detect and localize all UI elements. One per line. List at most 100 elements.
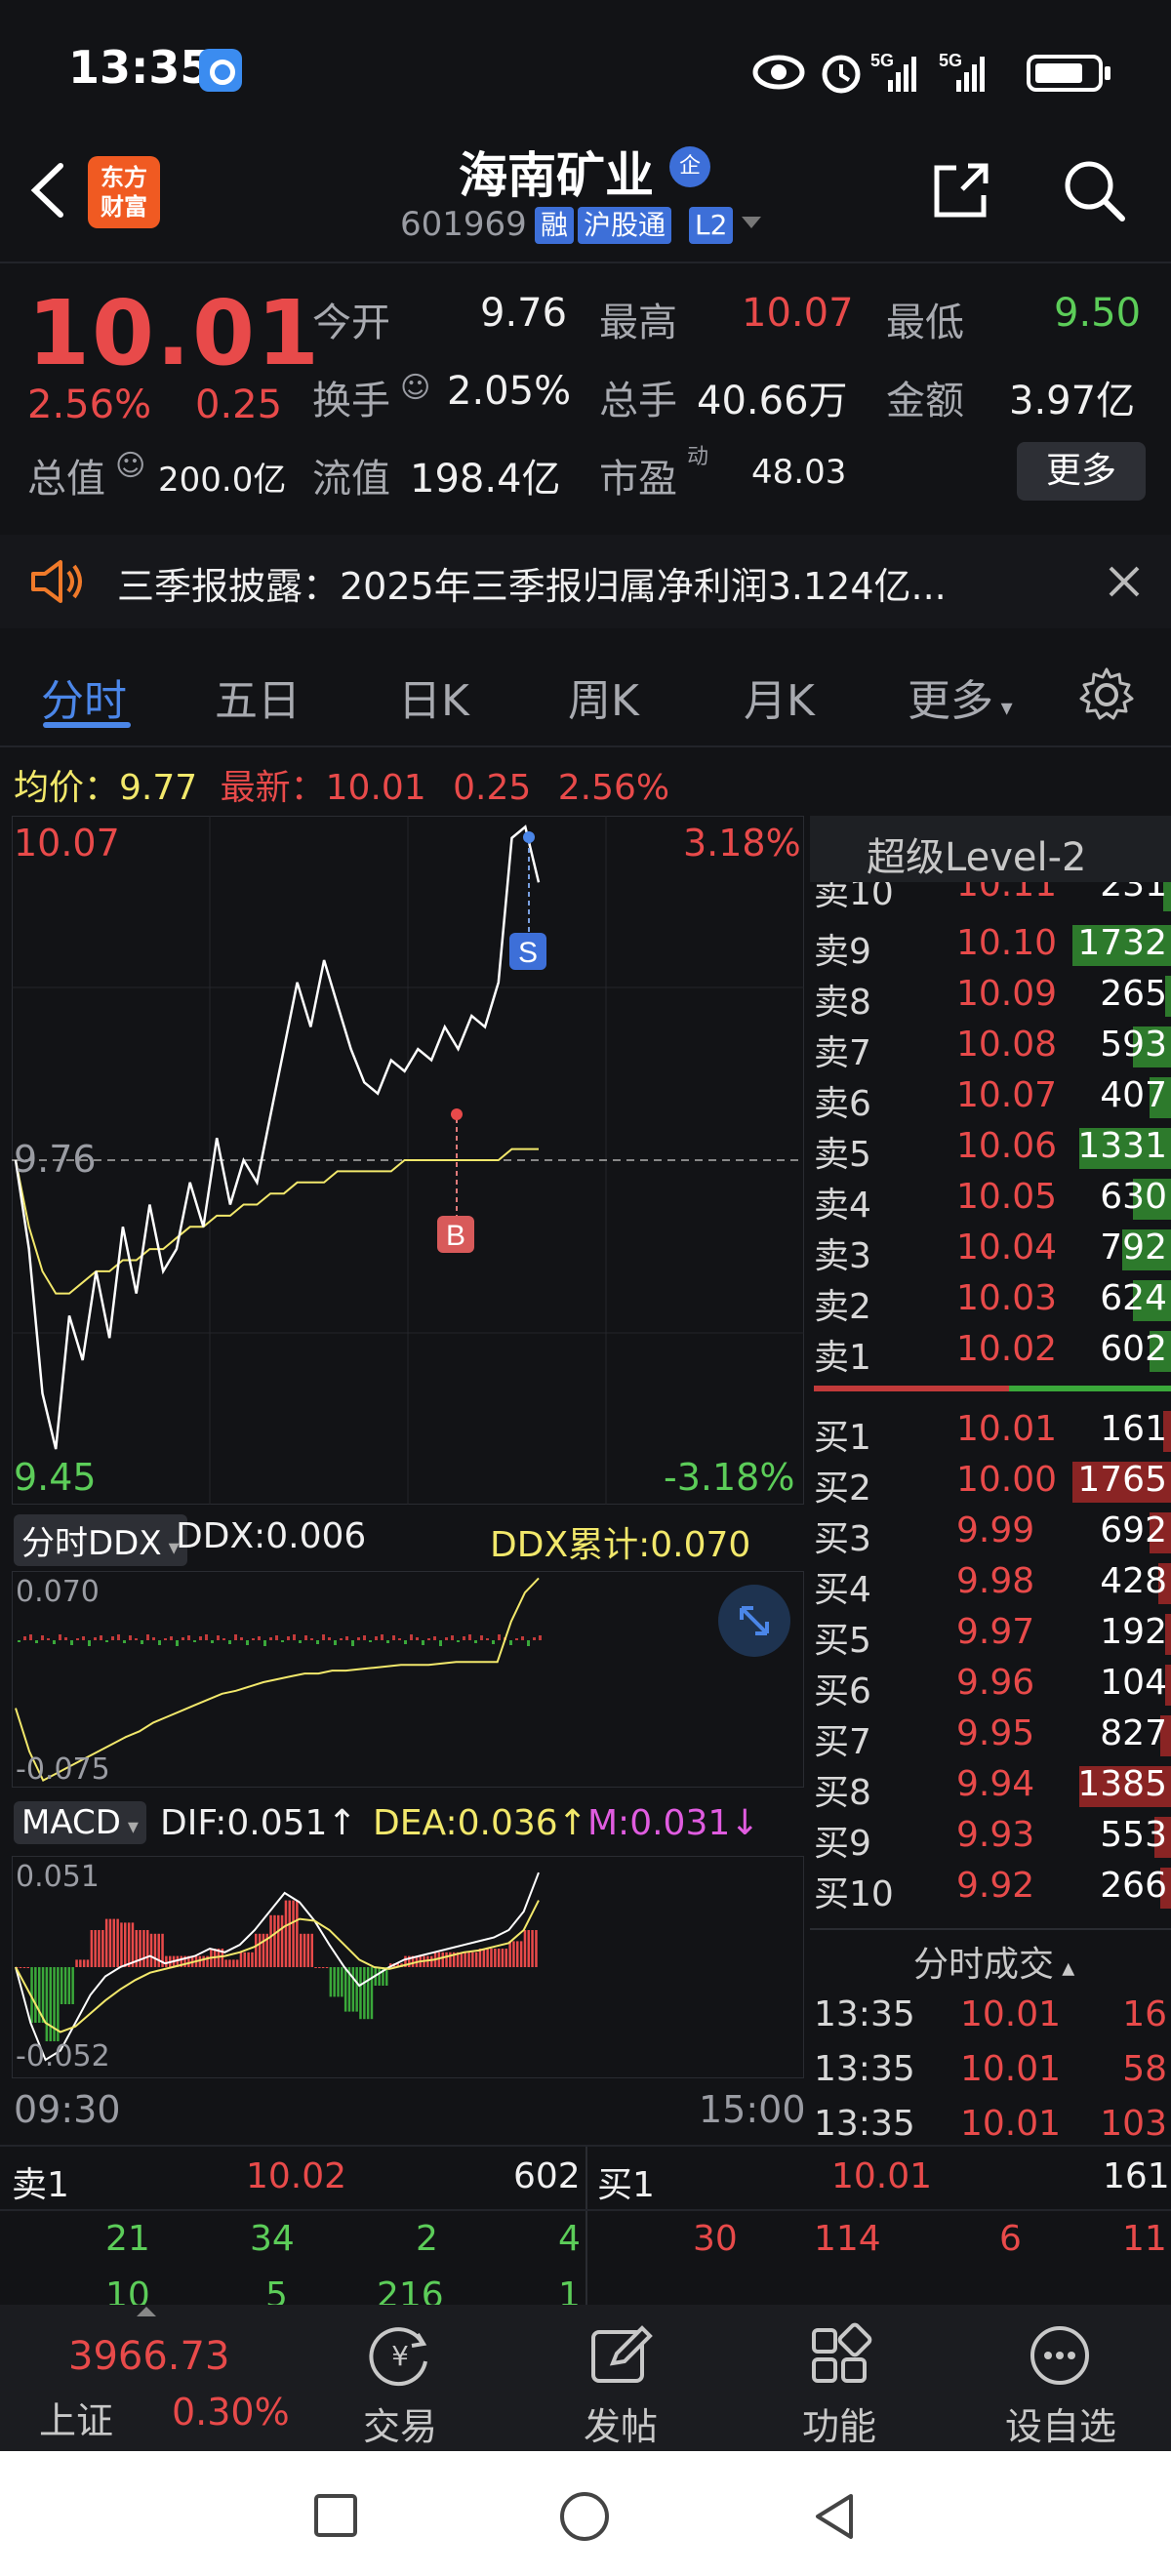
macd-bar <box>378 1967 381 1986</box>
home-icon[interactable] <box>558 2490 611 2543</box>
buy-order-row[interactable]: 买6 9.96 104 <box>814 1659 1171 1711</box>
back-arrow-icon[interactable] <box>20 156 78 224</box>
more-button[interactable]: 更多 <box>1017 442 1146 501</box>
buy-order-row[interactable]: 买8 9.94 1385 <box>814 1760 1171 1813</box>
macd-bar <box>262 1933 265 1967</box>
ddx-min-label: -0.075 <box>16 1752 110 1787</box>
functions-icon[interactable] <box>806 2322 872 2389</box>
chevron-down-icon[interactable] <box>742 217 761 228</box>
tab-daily-k[interactable]: 日K <box>398 665 469 728</box>
macd-bar <box>202 1955 205 1967</box>
buy-order-row[interactable]: 买9 9.93 553 <box>814 1811 1171 1864</box>
order-volume: 630 <box>1100 1177 1167 1217</box>
intraday-chart[interactable]: B S <box>12 816 804 1505</box>
order-volume: 1331 <box>1077 1126 1167 1166</box>
ddx-chart[interactable] <box>12 1571 804 1788</box>
buy-order-row[interactable]: 买3 9.99 692 <box>814 1507 1171 1559</box>
ddx-dropdown[interactable]: 分时DDX ▾ <box>14 1514 187 1566</box>
ddx-bar <box>199 1636 202 1640</box>
gear-icon[interactable] <box>1077 665 1136 724</box>
sell-order-row[interactable]: 卖3 10.04 792 <box>814 1224 1171 1276</box>
ddx-bar <box>141 1640 143 1644</box>
macd-bar <box>516 1941 519 1967</box>
macd-bar <box>303 1933 306 1967</box>
tab-five-day[interactable]: 五日 <box>215 665 301 728</box>
buy-marker[interactable]: B <box>437 1108 474 1253</box>
sell-order-row[interactable]: 卖4 10.05 630 <box>814 1173 1171 1226</box>
buy-order-row[interactable]: 买5 9.97 192 <box>814 1608 1171 1661</box>
buy-order-row[interactable]: 买10 9.92 266 <box>814 1862 1171 1914</box>
tab-intraday[interactable]: 分时 <box>41 665 127 728</box>
sell-order-row[interactable]: 卖5 10.06 1331 <box>814 1122 1171 1175</box>
sell-order-row[interactable]: 卖6 10.07 407 <box>814 1071 1171 1124</box>
tab-weekly-k[interactable]: 周K <box>568 665 639 728</box>
stock-code[interactable]: 601969 <box>400 205 527 244</box>
macd-bar <box>292 1900 295 1967</box>
nav-functions[interactable]: 功能 <box>802 2396 876 2450</box>
order-level-label: 卖7 <box>814 1033 871 1073</box>
tab-monthly-k[interactable]: 月K <box>744 665 815 728</box>
back-icon[interactable] <box>810 2490 859 2543</box>
announcement-text[interactable]: 三季报披露：2025年三季报归属净利润3.124亿... <box>117 556 947 610</box>
divider <box>0 745 1171 747</box>
macd-bar <box>71 1967 74 2004</box>
buy-order-row[interactable]: 买4 9.98 428 <box>814 1557 1171 1610</box>
sell-order-row[interactable]: 卖9 10.10 1732 <box>814 919 1171 972</box>
add-watchlist-icon[interactable] <box>1027 2322 1093 2389</box>
info-icon[interactable]: ☺ <box>400 371 430 405</box>
order-volume: 692 <box>1100 1510 1167 1550</box>
share-icon[interactable] <box>927 156 995 224</box>
macd-bar <box>508 1941 511 1967</box>
sell-order-row[interactable]: 卖8 10.09 265 <box>814 970 1171 1023</box>
search-icon[interactable] <box>1060 156 1128 224</box>
buy-order-row[interactable]: 买2 10.00 1765 <box>814 1456 1171 1509</box>
macd-bar <box>131 1922 135 1967</box>
divider <box>0 2209 1171 2211</box>
sell-order-row[interactable]: 卖1 10.02 602 <box>814 1325 1171 1378</box>
trade-row[interactable]: 13:35 10.01 103 <box>814 2100 1171 2151</box>
expand-icon <box>740 1606 769 1635</box>
close-icon[interactable] <box>1103 560 1146 603</box>
nav-post[interactable]: 发帖 <box>584 2396 658 2450</box>
ddx-bar <box>94 1637 97 1640</box>
sell-marker[interactable]: S <box>509 831 546 970</box>
macd-dropdown[interactable]: MACD ▾ <box>14 1801 146 1844</box>
macd-bar <box>22 1967 26 1968</box>
index-name[interactable]: 上证 <box>39 2391 113 2444</box>
order-volume: 161 <box>1100 1409 1167 1449</box>
trade-icon[interactable]: ¥ <box>365 2322 435 2389</box>
order-price: 10.07 <box>956 1075 1058 1115</box>
sell-order-row[interactable]: 卖2 10.03 624 <box>814 1274 1171 1327</box>
ddx-value: DDX:0.006 <box>176 1516 367 1556</box>
macd-bar <box>224 1959 227 1967</box>
sell-order-row[interactable]: 卖7 10.08 593 <box>814 1021 1171 1073</box>
post-icon[interactable] <box>587 2322 654 2389</box>
trades-header[interactable]: 分时成交 ▴ <box>913 1936 1074 1987</box>
info-icon[interactable]: ☺ <box>115 449 145 483</box>
expand-button[interactable] <box>718 1585 790 1657</box>
order-price: 10.10 <box>956 923 1058 963</box>
notification-app-icon <box>199 49 242 92</box>
index-pct[interactable]: 0.30% <box>172 2391 290 2434</box>
ddx-bar <box>246 1640 249 1645</box>
ddx-bar <box>533 1637 536 1640</box>
index-value[interactable]: 3966.73 <box>68 2334 229 2379</box>
nav-trade[interactable]: 交易 <box>363 2396 437 2450</box>
svg-text:¥: ¥ <box>391 2340 409 2372</box>
macd-bar <box>441 1952 444 1967</box>
tab-more[interactable]: 更多 ▾ <box>908 665 1013 728</box>
trade-row[interactable]: 13:35 10.01 58 <box>814 2045 1171 2096</box>
chevron-up-icon[interactable] <box>137 2307 156 2316</box>
recent-apps-icon[interactable] <box>312 2492 359 2539</box>
macd-chart[interactable] <box>12 1856 804 2078</box>
ddx-bar <box>269 1637 272 1640</box>
ddx-bar <box>263 1640 266 1646</box>
buy-order-row[interactable]: 买1 10.01 161 <box>814 1405 1171 1458</box>
macd-bar <box>63 1967 67 2004</box>
sell-order-row[interactable]: 卖10 10.11 231 <box>814 882 1171 911</box>
ddx-bar <box>187 1635 190 1640</box>
trade-row[interactable]: 13:35 10.01 16 <box>814 1991 1171 2041</box>
order-level-label: 买9 <box>814 1824 871 1864</box>
buy-order-row[interactable]: 买7 9.95 827 <box>814 1710 1171 1762</box>
nav-add-watchlist[interactable]: 设自选 <box>1005 2396 1116 2450</box>
